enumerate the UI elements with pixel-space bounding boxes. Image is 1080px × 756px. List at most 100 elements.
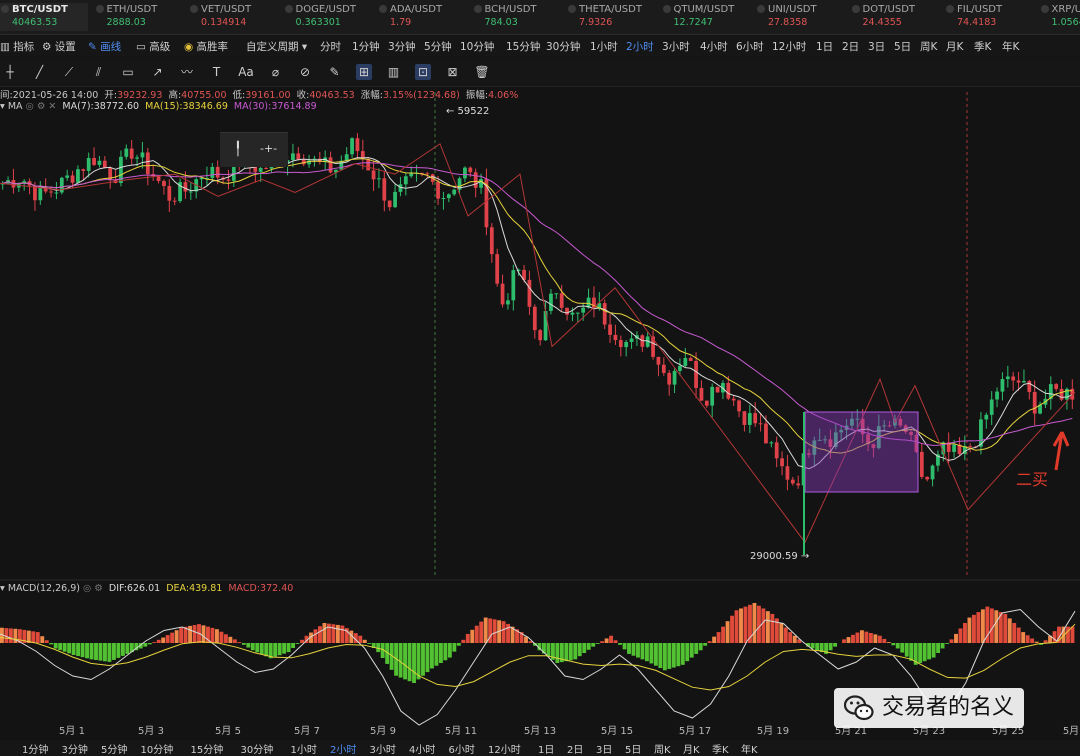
macd-bar [89,643,94,660]
candle-body [742,411,747,425]
macd-bar [358,635,363,643]
macd-bar [734,610,739,643]
candle-body [925,476,930,480]
macd-bar [864,631,869,643]
macd-bar [555,643,560,663]
macd-bar [685,643,690,662]
high-label: 高: [168,90,182,101]
x-tick-label: 5月 19 [757,725,789,737]
macd-bar [98,643,103,661]
candle-body [661,364,666,373]
candle-body [774,442,779,459]
candle-body [156,176,161,181]
footer-period-tab[interactable]: 15分钟 [191,741,224,756]
macd-bar [568,643,573,661]
footer-period-tab[interactable]: 月K [683,741,700,756]
macd-bar [707,641,712,643]
candle-body [613,334,618,341]
collapse-icon[interactable]: ▾ [0,583,5,594]
footer-period-tab[interactable]: 30分钟 [241,741,274,756]
candle-body [1022,380,1026,383]
macd-bar [945,643,949,644]
macd-bar [721,626,726,643]
candle-style-icon[interactable]: ╿ [234,142,242,157]
macd-bar [873,634,878,643]
footer-period-tab[interactable]: 1分钟 [22,741,48,756]
macd-bar [900,643,905,653]
macd-bar [963,623,967,643]
macd-bar [479,621,484,643]
candle-body [124,148,129,157]
macd-bar [739,608,743,643]
candle-body [704,400,709,406]
candle-body [425,173,430,175]
macd-bar [680,643,685,665]
eye-icon[interactable]: ◎ ⚙ [83,583,103,594]
macd-bar [994,610,999,643]
macd-bar [62,643,67,652]
macd-legend: ▾ MACD(12,26,9) ◎ ⚙ DIF:626.01 DEA:439.8… [0,583,293,597]
high-value: 40755.00 [181,90,227,101]
buy-arrow [1052,431,1070,471]
ma-legend: ▾ MA ◎ ⚙ ✕ MA(7):38772.60 MA(15):38346.6… [0,101,317,115]
macd-bar [412,643,416,683]
footer-period-tab[interactable]: 3小时 [370,741,396,756]
footer-period-tab[interactable]: 10分钟 [141,741,174,756]
footer-period-tab[interactable]: 周K [654,741,671,756]
macd-bar [649,643,654,664]
line-style-icon[interactable]: -+- [260,142,277,155]
candle-body [1027,380,1032,392]
candle-body [495,254,500,284]
footer-period-tab[interactable]: 5日 [625,741,641,756]
candle-body [511,270,516,301]
macd-bar [295,643,300,644]
footer-period-tab[interactable]: 12小时 [488,741,521,756]
macd-bar [438,643,443,663]
macd-bar [456,643,461,646]
macd-bar [788,632,793,643]
candle-body [393,191,397,208]
macd-bar [111,643,116,660]
candle-body [737,400,741,412]
footer-period-tab[interactable]: 季K [712,741,729,756]
macd-bar [743,606,748,643]
consolidation-box [804,411,919,493]
footer-period-tab[interactable]: 年K [741,741,758,756]
footer-period-tab[interactable]: 6小时 [449,741,475,756]
macd-bar [80,643,85,658]
time-label: 间: [0,90,13,101]
footer-period-tab[interactable]: 3日 [596,741,612,756]
macd-bar [67,643,72,654]
macd-bar [712,636,717,643]
footer-period-tab[interactable]: 2小时 [330,741,356,756]
eye-icon[interactable]: ◎ ⚙ ✕ [26,101,57,112]
open-value: 39232.93 [117,90,163,101]
macd-bar [604,638,609,643]
macd-bar [1043,640,1048,643]
macd-bar [756,605,761,643]
footer-period-tab[interactable]: 4小时 [409,741,435,756]
footer-period-tab[interactable]: 5分钟 [101,741,127,756]
footer-period-tab[interactable]: 1日 [538,741,554,756]
candle-body [785,466,790,480]
footer-period-tab[interactable]: 2日 [567,741,583,756]
x-tick-label: 5月 5 [215,725,241,737]
macd-bar [246,643,251,648]
macd-bar [1066,626,1070,643]
collapse-icon[interactable]: ▾ [0,101,5,112]
candle-body [656,356,661,365]
macd-bar [1030,638,1035,643]
candle-body [70,175,75,183]
x-tick-label: 5月 17 [679,725,711,737]
macd-bar [783,627,788,643]
footer-period-tab[interactable]: 3分钟 [62,741,88,756]
footer-period-tab[interactable]: 1小时 [291,741,317,756]
macd-bar [833,643,838,647]
macd-bar [461,639,466,643]
macd-bar [165,635,170,643]
candle-body [54,192,59,194]
macd-bar [1025,635,1030,643]
macd-bar [228,636,233,643]
low-value: 39161.00 [245,90,291,101]
macd-bar [891,643,896,646]
